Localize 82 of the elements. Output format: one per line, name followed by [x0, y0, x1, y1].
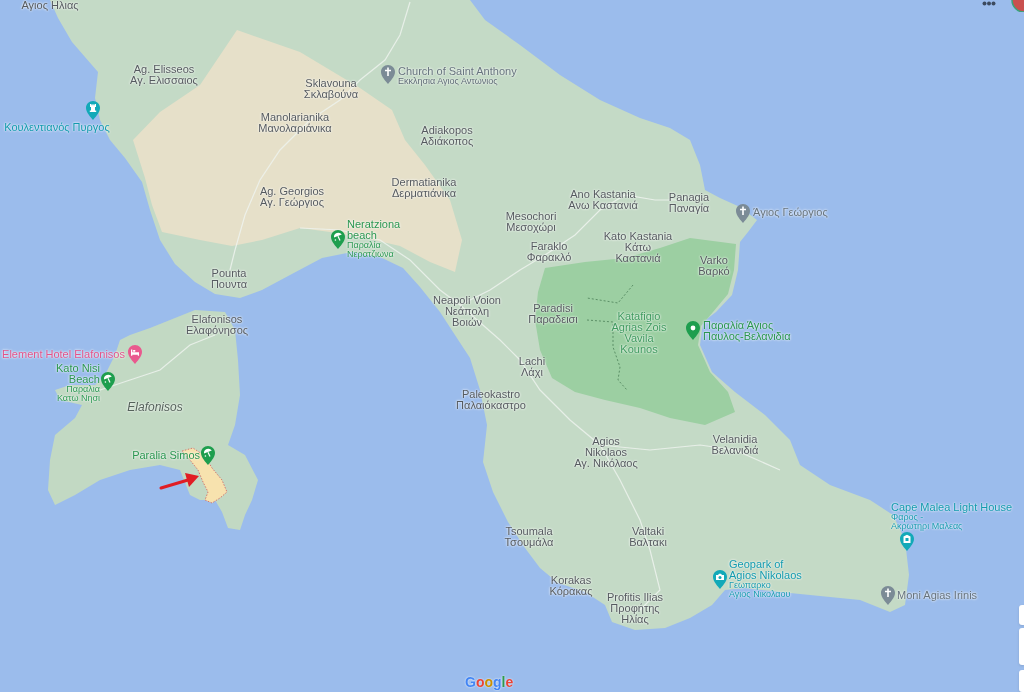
place-name: Tsoumala	[505, 526, 553, 537]
area-name: Katafigio Agrias Zois Vavila Kounos	[611, 311, 667, 355]
place-name: Valtaki	[631, 526, 665, 537]
poi-name: Geopark of Agios Nikolaos	[729, 559, 802, 581]
bed-pin-icon[interactable]	[128, 345, 142, 364]
poi-name: Neratziona beach	[347, 219, 401, 241]
island-name: Elafonisos	[127, 401, 183, 413]
poi-name: Άγιος Γεώργιος	[753, 207, 828, 218]
place-name: Profitis Ilias	[606, 592, 664, 603]
place-name-local: Παναγία	[668, 203, 710, 214]
place-name-local: Τσουμάλα	[504, 537, 554, 548]
place-name: Kato Kastania	[603, 231, 673, 242]
place-name-local: Αγ. Γεώργιος	[260, 197, 324, 208]
place-name-local: Βελανιδιά	[711, 445, 759, 456]
place-name: Paleokastro	[461, 389, 521, 400]
place-name-local: Μανολαριάνικα	[258, 123, 332, 134]
place-name: Paradisi	[533, 303, 573, 314]
place-name-local: Κόρακας	[549, 586, 593, 597]
place-name-local: Προφήτης Ηλίας	[610, 603, 660, 625]
place-name-local: Δερματιάνικα	[392, 188, 456, 199]
place-name-local: Βαρκό	[698, 266, 730, 277]
place-name: Varko	[700, 255, 728, 266]
poi-name: Kato Nisi Beach	[55, 363, 100, 385]
place-name: Mesochori	[505, 211, 557, 222]
umbrella-pin-icon[interactable]	[331, 230, 345, 249]
place-name-local: Ελαφόνησος	[185, 325, 249, 336]
place-name-local: Πουντα	[210, 279, 248, 290]
place-name-local: Αγ. Νικόλαος	[574, 458, 638, 469]
more-options-icon[interactable]	[982, 1, 996, 6]
poi-name-local: Φαρος - Ακρωτηρι Μαλεας	[891, 513, 963, 531]
place-name-local: Αγ. Ελισσαιος	[130, 75, 198, 86]
poi-name: Κουλεντιανός Πυργος	[4, 122, 110, 133]
place-name-local: Φαρακλό	[526, 252, 572, 263]
location-pin-icon[interactable]	[686, 321, 700, 340]
place-name: Agios Nikolaos	[584, 436, 628, 458]
place-name: Adiakopos	[421, 125, 473, 136]
place-name-local: Παραδεισι	[528, 314, 578, 325]
poi-name-local: Εκκλησια Αγιος Αντωνιος	[398, 77, 498, 86]
poi-name: Παραλία Άγιος Παυλος-Βελανιδια	[703, 320, 791, 342]
umbrella-pin-icon[interactable]	[201, 446, 215, 465]
tower-pin-icon[interactable]	[86, 101, 100, 120]
camera-pin-icon[interactable]	[713, 570, 727, 589]
place-name: Ag. Elisseos	[133, 64, 195, 75]
place-name-local: Βαλτακι	[629, 537, 667, 548]
place-name-local: Αγιος Ηλιας	[21, 0, 79, 11]
poi-name: Paralia Simos	[132, 450, 200, 461]
place-name-local: Σκλαβούνα	[303, 89, 359, 100]
place-name: Sklavouna	[305, 78, 357, 89]
place-name: Ag. Georgios	[259, 186, 325, 197]
place-name: Ano Kastania	[570, 189, 636, 200]
place-name: Faraklo	[530, 241, 568, 252]
poi-name-local: Παραλια Κατω Νησι	[56, 385, 100, 403]
poi-name-local: Παραλία Νερατζιωνα	[347, 241, 394, 259]
cross-pin-icon[interactable]	[881, 586, 895, 605]
poi-name-local: Γεωπαρκο Αγιος Νικολαου	[729, 581, 791, 599]
place-name-local: Νεάπολη Βοιών	[444, 306, 490, 328]
place-name-local: Ανω Καστανιά	[568, 200, 638, 211]
poi-name: Cape Malea Light House	[891, 502, 1013, 513]
profile-avatar[interactable]	[1010, 0, 1024, 12]
place-name-local: Αδιάκοπος	[420, 136, 474, 147]
place-name: Dermatianika	[391, 177, 457, 188]
place-name-local: Μεσοχώρι	[506, 222, 556, 233]
place-name: Elafonisos	[191, 314, 243, 325]
map-logo: Google	[465, 674, 514, 690]
building-pin-icon[interactable]	[900, 532, 914, 551]
place-name-local: Παλαιόκαστρο	[456, 400, 526, 411]
umbrella-pin-icon[interactable]	[101, 372, 115, 391]
place-name: Lachi	[518, 356, 546, 367]
cross-pin-icon[interactable]	[736, 204, 750, 223]
place-name: Korakas	[550, 575, 592, 586]
poi-name: Church of Saint Anthony	[398, 66, 517, 77]
poi-name: Moni Agias Irinis	[897, 590, 978, 601]
place-name: Neapoli Voion	[433, 295, 501, 306]
place-name: Velanidia	[712, 434, 758, 445]
place-name: Manolarianika	[260, 112, 330, 123]
place-name-local: Κάτω Καστανιά	[615, 242, 661, 264]
place-name-local: Λάχι	[521, 367, 543, 378]
place-name: Pounta	[211, 268, 247, 279]
annotation-arrow	[159, 473, 199, 490]
cross-pin-icon[interactable]	[381, 65, 395, 84]
poi-name: Element Hotel Elafonisos	[2, 349, 125, 360]
place-name: Panagia	[668, 192, 710, 203]
